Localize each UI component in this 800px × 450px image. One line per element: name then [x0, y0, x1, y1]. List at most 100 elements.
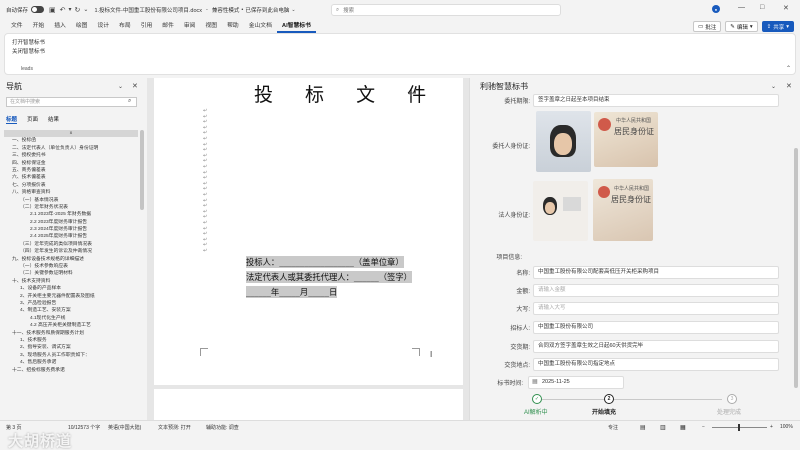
nav-heading-item[interactable]: 4.2 高压开关柜关键制造工艺: [4, 322, 138, 329]
menu-insert[interactable]: 插入: [49, 19, 71, 33]
tab-pages[interactable]: 页面: [27, 115, 38, 124]
autosave-toggle[interactable]: [31, 6, 45, 13]
maximize-icon[interactable]: □: [760, 4, 764, 11]
amount-field[interactable]: 请输入金额: [533, 284, 779, 297]
document-page[interactable]: 投 标 文 件 ↵ ↵ ↵ ↵ ↵ ↵ ↵ ↵ ↵ ↵ ↵ ↵ ↵ ↵ ↵ ↵ ↵ ↵ ↵ ↵ ↵ ↵ ↵ ↵ ↵ ↵ ↵ 投标人…: [154, 78, 463, 385]
search-box[interactable]: ⌕ 搜索: [331, 4, 561, 16]
menu-kdocs[interactable]: 金山文档: [244, 19, 277, 33]
nav-heading-item[interactable]: 3、产品检验报告: [4, 300, 138, 307]
nav-heading-item[interactable]: （一）技术参数响应表: [4, 263, 138, 270]
chevron-down-icon[interactable]: ⌄: [771, 83, 776, 90]
close-icon[interactable]: ✕: [786, 82, 792, 90]
save-icon[interactable]: ▣: [49, 6, 56, 14]
zoom-out-icon[interactable]: −: [702, 424, 705, 430]
nav-heading-item[interactable]: 4、售后服务承诺: [4, 359, 138, 366]
nav-heading-item[interactable]: 五、商务偏差表: [4, 167, 138, 174]
project-name-field[interactable]: 中国重工股份有限公司配套高低压开关柜采购项目: [533, 266, 779, 279]
close-smart-bid-button[interactable]: 关闭智慧标书: [12, 47, 45, 55]
nav-heading-item[interactable]: 2、开关柜主要元器件配置表及图纸: [4, 293, 138, 300]
zoom-in-icon[interactable]: +: [770, 424, 773, 430]
menu-help[interactable]: 帮助: [222, 19, 244, 33]
panel-scrollbar[interactable]: [794, 148, 798, 388]
focus-mode[interactable]: 专注: [608, 424, 618, 431]
nav-heading-item[interactable]: （二）近年财务状况表: [4, 204, 138, 211]
undo-icon[interactable]: ↶: [60, 6, 66, 14]
nav-heading-item[interactable]: 3、现场服务人员工作职责如下：: [4, 352, 138, 359]
search-icon[interactable]: ⌕: [128, 98, 131, 105]
nav-heading-item[interactable]: 2.4 2025年度财务审计报告: [4, 233, 138, 240]
close-icon[interactable]: ✕: [783, 4, 789, 12]
avatar[interactable]: ●: [712, 5, 720, 13]
nav-heading-item[interactable]: 2.1 2023年-2025 年财务数据: [4, 211, 138, 218]
zoom-slider-thumb[interactable]: [738, 424, 740, 431]
nav-heading-item[interactable]: 2.2 2023年度财务审计报告: [4, 219, 138, 226]
nav-search-input[interactable]: 在文档中搜索: [6, 97, 137, 107]
menu-view[interactable]: 视图: [200, 19, 222, 33]
nav-heading-item[interactable]: （四）近年发生的诉讼及仲裁情况: [4, 248, 138, 255]
nav-heading-item[interactable]: 九、投标设备技术规格的详细描述: [4, 256, 138, 263]
nav-heading-item[interactable]: 四、投标保证金: [4, 160, 138, 167]
nav-heading-item[interactable]: 一、投标函: [4, 137, 138, 144]
menu-home[interactable]: 开始: [28, 19, 50, 33]
tab-headings[interactable]: 标题: [6, 115, 18, 124]
nav-heading-item[interactable]: 2.3 2024年度财务审计报告: [4, 226, 138, 233]
nav-heading-item[interactable]: 三、授权委托书: [4, 152, 138, 159]
read-mode-icon[interactable]: ▤: [640, 424, 646, 431]
nav-heading-item[interactable]: 十、技术支持资料: [4, 278, 138, 285]
term-field[interactable]: 签字盖章之日起至本项目结束: [533, 94, 779, 107]
tenderer-field[interactable]: 中国重工股份有限公司: [533, 321, 779, 334]
nav-heading-item[interactable]: 十一、技术服务和质保期服务计划: [4, 330, 138, 337]
legal-id-front-image[interactable]: [533, 181, 588, 241]
more-icon[interactable]: ⌄: [83, 6, 88, 13]
zoom-level[interactable]: 100%: [780, 424, 793, 430]
edit-button[interactable]: ✎ 编辑 ▾: [725, 21, 758, 32]
undo-dropdown-icon[interactable]: ▾: [69, 6, 72, 13]
nav-heading-item[interactable]: （一）基本情况表: [4, 197, 138, 204]
menu-draw[interactable]: 绘图: [71, 19, 93, 33]
nav-heading-item[interactable]: 十二、招投标服务费承诺: [4, 367, 138, 374]
menu-references[interactable]: 引用: [136, 19, 158, 33]
comment-button[interactable]: ▭ 批注: [693, 21, 722, 32]
nav-heading-item[interactable]: 2、指导安装、调试方案: [4, 344, 138, 351]
collapse-ribbon-icon[interactable]: ⌃: [786, 65, 791, 72]
nav-heading-item[interactable]: 七、分项报价表: [4, 182, 138, 189]
legal-id-back-image[interactable]: 中华人民共和国 居民身份证: [593, 179, 653, 241]
menu-ai-bid[interactable]: AI智慧标书: [276, 19, 316, 33]
nav-heading-item[interactable]: （二）关键参数证明材料: [4, 270, 138, 277]
print-layout-icon[interactable]: ▥: [660, 424, 666, 431]
share-button[interactable]: ⇪ 共享 ▾: [761, 21, 794, 32]
nav-heading-item[interactable]: （三）近年完成的类似项目情况表: [4, 241, 138, 248]
uppercase-amount-field[interactable]: 请输入大写: [533, 302, 779, 315]
delivery-place-field[interactable]: 中国重工股份有限公司指定地点: [533, 358, 779, 371]
menu-design[interactable]: 设计: [92, 19, 114, 33]
menu-layout[interactable]: 布局: [114, 19, 136, 33]
nav-heading-item[interactable]: 二、法定代表人（单位负责人）身份证明: [4, 145, 138, 152]
agent-id-front-image[interactable]: [536, 111, 591, 172]
nav-heading-item[interactable]: 八、资格审查资料: [4, 189, 138, 196]
agent-id-back-image[interactable]: 中华人民共和国 居民身份证: [594, 112, 658, 167]
tab-results[interactable]: 结果: [48, 115, 59, 124]
nav-heading-item[interactable]: x: [4, 130, 138, 138]
menu-file[interactable]: 文件: [6, 19, 28, 33]
close-icon[interactable]: ✕: [132, 82, 138, 90]
nav-scrollbar[interactable]: [140, 130, 144, 210]
chevron-down-icon[interactable]: ⌄: [291, 7, 295, 13]
web-layout-icon[interactable]: ▦: [680, 424, 686, 431]
minimize-icon[interactable]: —: [738, 4, 745, 11]
nav-heading-item[interactable]: 4、制造工艺、安装方案: [4, 307, 138, 314]
chevron-down-icon[interactable]: ⌄: [118, 83, 123, 90]
nav-heading-item[interactable]: 六、技术偏差表: [4, 174, 138, 181]
accessibility[interactable]: 辅助功能: 调查: [206, 424, 239, 431]
redo-icon[interactable]: ↻: [75, 6, 81, 14]
text-prediction[interactable]: 文本预测: 打开: [158, 424, 191, 431]
bid-date-field[interactable]: ▦ 2025-11-25: [528, 376, 624, 389]
open-smart-bid-button[interactable]: 打开智慧标书: [12, 38, 45, 46]
nav-heading-item[interactable]: 1、技术服务: [4, 337, 138, 344]
word-count[interactable]: 10/12573 个字: [68, 424, 100, 431]
delivery-period-field[interactable]: 合同双方签字盖章生效之日起60天供货完毕: [533, 340, 779, 353]
nav-heading-item[interactable]: 4.1现代化生产线: [4, 315, 138, 322]
menu-review[interactable]: 审阅: [179, 19, 201, 33]
menu-mailings[interactable]: 邮件: [157, 19, 179, 33]
nav-heading-item[interactable]: 1、设备的产品样本: [4, 285, 138, 292]
document-page-next[interactable]: [154, 389, 463, 420]
